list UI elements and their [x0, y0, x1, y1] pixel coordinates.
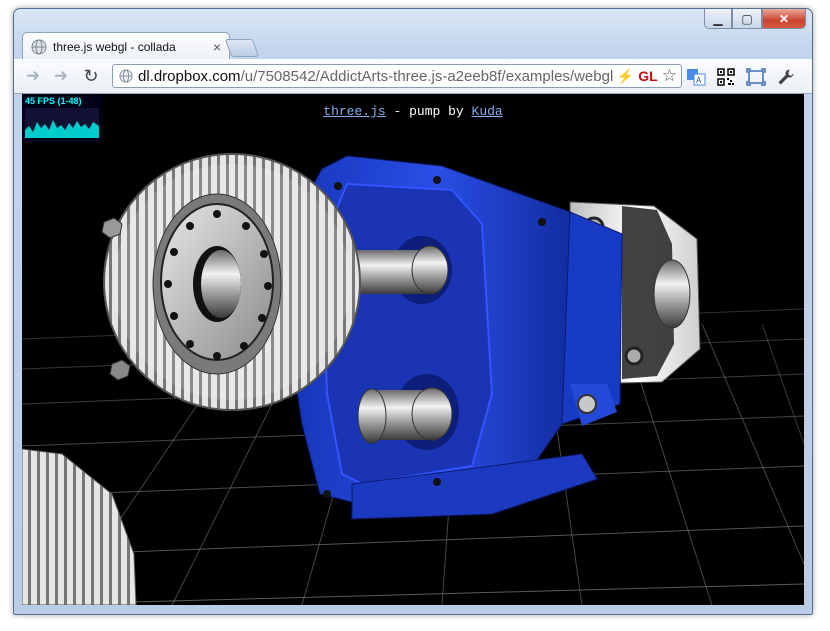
toolbar: ➜ ➜ ↻ dl.dropbox.com/u/7508542/AddictArt… — [14, 59, 812, 94]
maximize-icon: ▢ — [741, 11, 753, 26]
page-caption: three.js - pump by Kuda — [22, 104, 804, 119]
close-icon: ✕ — [778, 11, 790, 26]
tab-close-icon[interactable]: × — [213, 39, 221, 55]
main-gear — [103, 153, 361, 411]
translate-icon: A — [687, 69, 706, 86]
omnibox-actions: ⚡ GL ☆ — [612, 66, 677, 86]
browser-tab[interactable]: three.js webgl - collada × — [22, 32, 230, 60]
globe-icon — [119, 69, 133, 83]
caption-text: - pump by — [385, 104, 472, 119]
gl-badge[interactable]: GL — [638, 68, 657, 84]
fullscreen-icon — [746, 68, 766, 86]
url-path: /u/7508542/AddictArts-three.js-a2eeb8f/e… — [240, 67, 613, 85]
fullscreen-extension-button[interactable] — [746, 67, 766, 87]
bookmark-star-icon[interactable]: ☆ — [662, 66, 677, 86]
minimize-icon: ▁ — [713, 11, 723, 26]
back-button[interactable]: ➜ — [22, 65, 44, 87]
browser-window: ▁ ▢ ✕ three.js webgl - collada × ➜ ➜ ↻ d… — [13, 8, 813, 615]
tab-title: three.js webgl - collada — [53, 39, 176, 54]
globe-icon — [31, 39, 47, 54]
maximize-button[interactable]: ▢ — [732, 9, 762, 29]
address-bar[interactable]: dl.dropbox.com/u/7508542/AddictArts-thre… — [112, 64, 682, 88]
reload-button[interactable]: ↻ — [80, 65, 102, 87]
pump-3d-scene[interactable] — [22, 94, 804, 605]
url-text[interactable]: dl.dropbox.com/u/7508542/AddictArts-thre… — [138, 68, 613, 85]
translate-extension-button[interactable]: A — [686, 67, 706, 87]
reload-icon: ↻ — [83, 65, 99, 86]
qr-code-icon — [717, 68, 735, 86]
forward-button[interactable]: ➜ — [50, 65, 72, 87]
close-window-button[interactable]: ✕ — [762, 9, 806, 29]
new-tab-button[interactable] — [224, 39, 260, 57]
window-controls: ▁ ▢ ✕ — [704, 9, 806, 29]
kuda-link[interactable]: Kuda — [472, 104, 503, 119]
arrow-right-icon: ➜ — [53, 66, 69, 85]
minimize-button[interactable]: ▁ — [704, 9, 732, 29]
nut — [109, 359, 131, 381]
partial-gear — [22, 448, 137, 605]
lightning-icon[interactable]: ⚡ — [617, 68, 634, 85]
qr-code-extension-button[interactable] — [716, 67, 736, 87]
webgl-viewport[interactable]: 45 FPS (1-48) three.js - pump by Kuda — [22, 94, 804, 605]
settings-wrench-button[interactable] — [776, 67, 796, 87]
wrench-icon — [778, 69, 794, 85]
threejs-link[interactable]: three.js — [323, 104, 385, 119]
arrow-left-icon: ➜ — [25, 66, 41, 85]
svg-text:A: A — [696, 76, 702, 85]
url-host: dl.dropbox.com — [138, 67, 241, 85]
